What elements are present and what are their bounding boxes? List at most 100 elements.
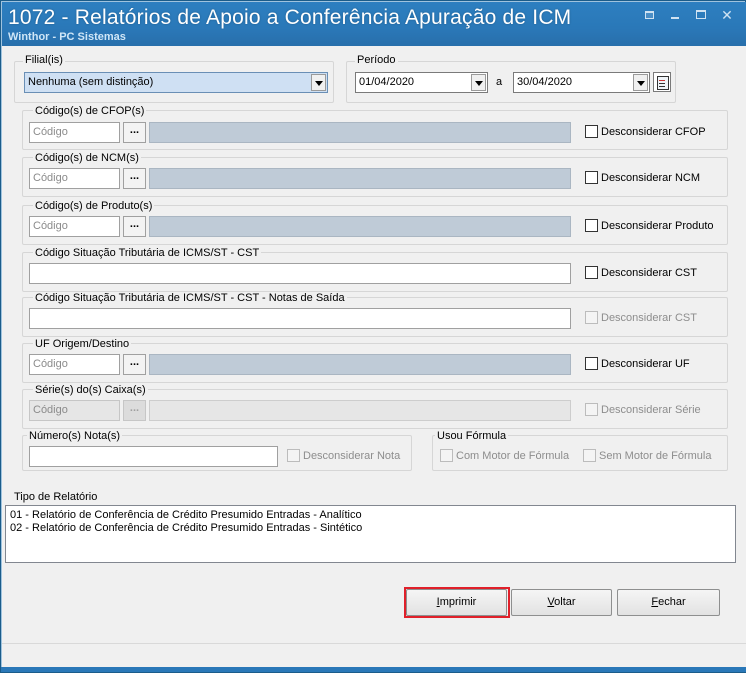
- calendar-icon[interactable]: [653, 72, 671, 92]
- uf-group: UF Origem/Destino Código ... Desconsider…: [22, 338, 728, 383]
- produto-label: Código(s) de Produto(s): [33, 200, 155, 212]
- cst-input[interactable]: [29, 263, 571, 284]
- maximize-icon[interactable]: [694, 8, 708, 22]
- cfop-label: Código(s) de CFOP(s): [33, 105, 147, 117]
- cst-saida-label: Código Situação Tributária de ICMS/ST - …: [33, 292, 347, 304]
- uf-checkbox-label: Desconsiderar UF: [601, 357, 690, 370]
- nota-input[interactable]: [29, 446, 278, 467]
- checkbox-icon: [287, 449, 300, 462]
- ncm-group: Código(s) de NCM(s) Código ... Desconsid…: [22, 152, 728, 197]
- cst-saida-input[interactable]: [29, 308, 571, 329]
- app-window: 1072 - Relatórios de Apoio a Conferência…: [0, 0, 746, 673]
- checkbox-icon: [583, 449, 596, 462]
- window-title: 1072 - Relatórios de Apoio a Conferência…: [8, 6, 572, 29]
- periodo-start-select[interactable]: 01/04/2020: [355, 72, 488, 93]
- produto-code-input[interactable]: Código: [29, 216, 120, 237]
- imprimir-label: mprimir: [439, 596, 477, 608]
- checkbox-icon[interactable]: [585, 357, 598, 370]
- uf-code-input[interactable]: Código: [29, 354, 120, 375]
- nota-disregard-checkbox: Desconsiderar Nota: [287, 449, 400, 462]
- title-bar: 1072 - Relatórios de Apoio a Conferência…: [2, 2, 746, 46]
- periodo-end-select[interactable]: 30/04/2020: [513, 72, 650, 93]
- formula-com-motor-label: Com Motor de Fórmula: [456, 449, 570, 462]
- form-content: Filial(is) Nenhuma (sem distinção) Perío…: [2, 46, 746, 672]
- checkbox-icon[interactable]: [585, 125, 598, 138]
- filial-value: Nenhuma (sem distinção): [28, 76, 154, 88]
- nota-checkbox-label: Desconsiderar Nota: [303, 449, 401, 462]
- cst-checkbox-label: Desconsiderar CST: [601, 266, 697, 279]
- uf-disregard-checkbox[interactable]: Desconsiderar UF: [585, 357, 690, 370]
- nota-group: Número(s) Nota(s) Desconsiderar Nota: [22, 430, 412, 471]
- filial-label: Filial(is): [23, 54, 65, 66]
- fechar-button[interactable]: Fechar: [617, 589, 720, 616]
- produto-disregard-checkbox[interactable]: Desconsiderar Produto: [585, 219, 714, 232]
- voltar-label: oltar: [554, 596, 576, 608]
- cst-disregard-checkbox[interactable]: Desconsiderar CST: [585, 266, 697, 279]
- fechar-label: echar: [658, 596, 686, 608]
- cfop-group: Código(s) de CFOP(s) Código ... Desconsi…: [22, 105, 728, 150]
- filial-select[interactable]: Nenhuma (sem distinção): [24, 72, 328, 93]
- relatorio-listbox[interactable]: 01 - Relatório de Conferência de Crédito…: [5, 505, 736, 563]
- periodo-separator: a: [496, 76, 503, 88]
- list-item[interactable]: 01 - Relatório de Conferência de Crédito…: [10, 509, 731, 522]
- cfop-checkbox-label: Desconsiderar CFOP: [601, 125, 706, 138]
- minimize-icon[interactable]: [668, 8, 682, 22]
- formula-group: Usou Fórmula Com Motor de Fórmula Sem Mo…: [432, 430, 728, 471]
- imprimir-button[interactable]: Imprimir: [406, 589, 507, 616]
- cst-saida-group: Código Situação Tributária de ICMS/ST - …: [22, 292, 728, 337]
- checkbox-icon: [585, 403, 598, 416]
- serie-checkbox-label: Desconsiderar Série: [601, 403, 701, 416]
- window-bottom-border: [1, 667, 746, 672]
- formula-sem-motor-checkbox: Sem Motor de Fórmula: [583, 449, 711, 462]
- chevron-down-icon[interactable]: [633, 74, 648, 91]
- serie-label: Série(s) do(s) Caixa(s): [33, 384, 148, 396]
- cfop-search-button[interactable]: ...: [123, 122, 146, 143]
- formula-sem-motor-label: Sem Motor de Fórmula: [599, 449, 712, 462]
- ncm-label: Código(s) de NCM(s): [33, 152, 141, 164]
- uf-label: UF Origem/Destino: [33, 338, 132, 350]
- uf-description-field: [149, 354, 571, 375]
- restore-icon[interactable]: [642, 8, 656, 22]
- serie-search-button: ...: [123, 400, 146, 421]
- serie-group: Série(s) do(s) Caixa(s) Código ... Desco…: [22, 384, 728, 429]
- window-controls: ✕: [642, 8, 734, 22]
- ncm-code-input[interactable]: Código: [29, 168, 120, 189]
- checkbox-icon[interactable]: [585, 266, 598, 279]
- cst-group: Código Situação Tributária de ICMS/ST - …: [22, 247, 728, 292]
- chevron-down-icon[interactable]: [471, 74, 486, 91]
- window-subtitle: Winthor - PC Sistemas: [8, 31, 126, 43]
- cst-saida-checkbox-label: Desconsiderar CST: [601, 311, 697, 324]
- ncm-disregard-checkbox[interactable]: Desconsiderar NCM: [585, 171, 700, 184]
- formula-com-motor-checkbox: Com Motor de Fórmula: [440, 449, 569, 462]
- cfop-disregard-checkbox[interactable]: Desconsiderar CFOP: [585, 125, 706, 138]
- produto-search-button[interactable]: ...: [123, 216, 146, 237]
- periodo-end-value: 30/04/2020: [517, 76, 573, 88]
- ncm-search-button[interactable]: ...: [123, 168, 146, 189]
- nota-label: Número(s) Nota(s): [27, 430, 123, 442]
- uf-search-button[interactable]: ...: [123, 354, 146, 375]
- cfop-description-field: [149, 122, 571, 143]
- close-icon[interactable]: ✕: [720, 8, 734, 22]
- checkbox-icon: [585, 311, 598, 324]
- voltar-button[interactable]: Voltar: [511, 589, 612, 616]
- produto-checkbox-label: Desconsiderar Produto: [601, 219, 714, 232]
- cfop-code-input[interactable]: Código: [29, 122, 120, 143]
- checkbox-icon[interactable]: [585, 171, 598, 184]
- status-bar: [2, 643, 746, 665]
- checkbox-icon[interactable]: [585, 219, 598, 232]
- cst-saida-disregard-checkbox: Desconsiderar CST: [585, 311, 697, 324]
- periodo-group: Período 01/04/2020 a 30/04/2020: [346, 54, 676, 103]
- checkbox-icon: [440, 449, 453, 462]
- serie-disregard-checkbox: Desconsiderar Série: [585, 403, 701, 416]
- formula-label: Usou Fórmula: [435, 430, 509, 442]
- periodo-label: Período: [355, 54, 398, 66]
- periodo-start-value: 01/04/2020: [359, 76, 415, 88]
- list-item[interactable]: 02 - Relatório de Conferência de Crédito…: [10, 522, 731, 535]
- chevron-down-icon[interactable]: [311, 74, 326, 91]
- cst-label: Código Situação Tributária de ICMS/ST - …: [33, 247, 262, 259]
- relatorio-label: Tipo de Relatório: [14, 491, 98, 503]
- produto-group: Código(s) de Produto(s) Código ... Desco…: [22, 200, 728, 245]
- serie-description-field: [149, 400, 571, 421]
- serie-code-input: Código: [29, 400, 120, 421]
- produto-description-field: [149, 216, 571, 237]
